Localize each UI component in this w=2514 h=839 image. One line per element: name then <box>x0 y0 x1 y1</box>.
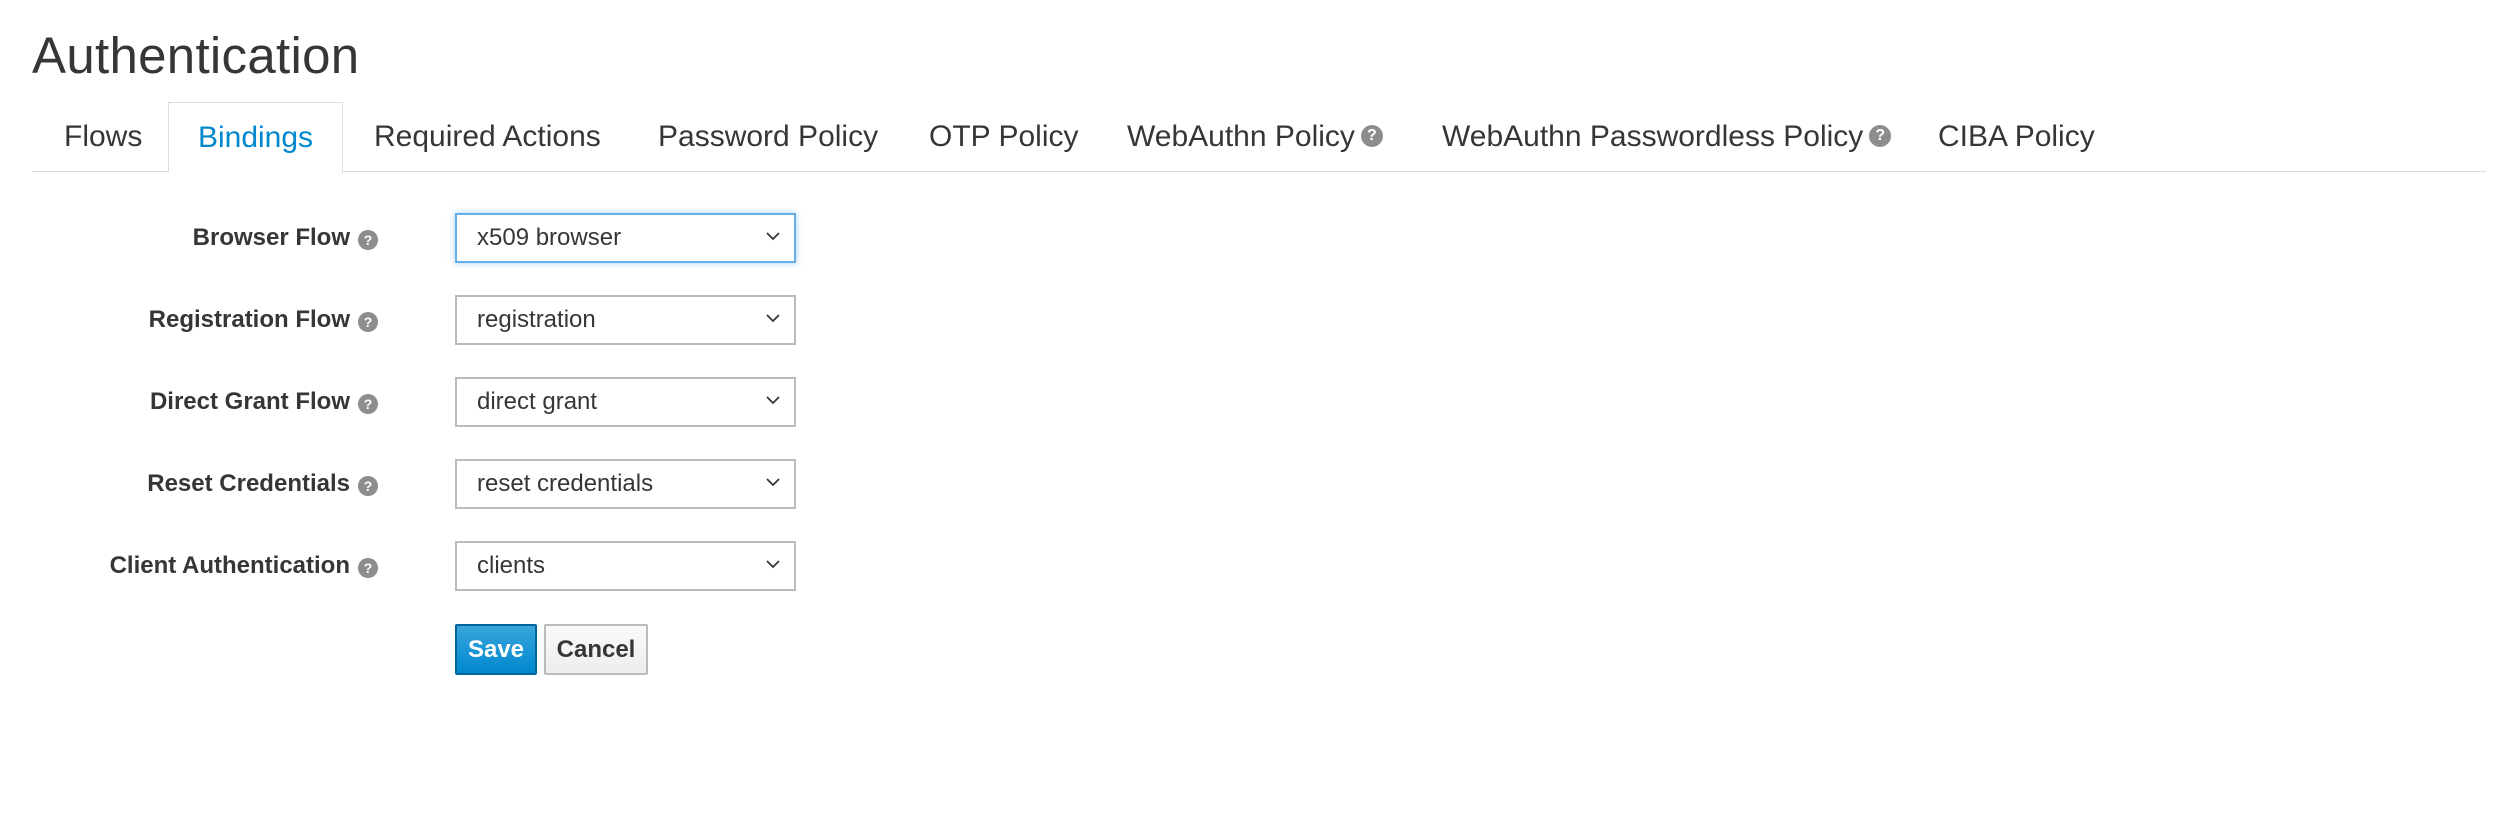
question-circle-icon[interactable]: ? <box>358 393 378 414</box>
tab-webauthn-passwordless-policy[interactable]: WebAuthn Passwordless Policy? <box>1442 102 1892 172</box>
page-title: Authentication <box>32 27 360 84</box>
form-row-browser-flow: Browser Flow? x509 browser <box>0 213 800 263</box>
registration-flow-select[interactable]: registration <box>455 295 796 345</box>
form-row-registration-flow: Registration Flow? registration <box>0 295 800 345</box>
field-label: Registration Flow <box>148 306 350 333</box>
tab-label: WebAuthn Policy <box>1127 120 1355 153</box>
field-label-cell: Browser Flow? <box>0 213 378 263</box>
tab-flows[interactable]: Flows <box>64 102 142 172</box>
field-label-cell: Registration Flow? <box>0 295 378 345</box>
field-label: Direct Grant Flow <box>149 388 350 415</box>
client-authentication-select[interactable]: clients <box>455 541 796 591</box>
select-value: x509 browser <box>477 224 622 251</box>
tab-otp-policy[interactable]: OTP Policy <box>929 102 1079 172</box>
tab-label: Bindings <box>197 121 314 154</box>
save-button[interactable]: Save <box>455 624 537 675</box>
question-circle-icon[interactable]: ? <box>358 475 378 496</box>
form-row-client-authentication: Client Authentication? clients <box>0 541 800 591</box>
question-circle-icon[interactable]: ? <box>358 557 378 578</box>
tab-label: OTP Policy <box>929 120 1079 153</box>
question-circle-icon[interactable]: ? <box>358 311 378 332</box>
form-row-reset-credentials: Reset Credentials? reset credentials <box>0 459 800 509</box>
chevron-down-icon <box>766 396 780 405</box>
select-value: reset credentials <box>477 470 654 497</box>
question-circle-icon[interactable]: ? <box>358 229 378 250</box>
tab-label: Password Policy <box>658 120 879 153</box>
question-circle-icon[interactable]: ? <box>1360 125 1383 148</box>
reset-credentials-select[interactable]: reset credentials <box>455 459 796 509</box>
question-circle-icon[interactable]: ? <box>1869 125 1892 148</box>
chevron-down-icon <box>766 478 780 487</box>
tab-password-policy[interactable]: Password Policy <box>658 102 878 172</box>
tab-webauthn-policy[interactable]: WebAuthn Policy? <box>1127 102 1383 172</box>
select-value: clients <box>477 552 546 579</box>
field-label: Reset Credentials <box>147 470 350 497</box>
tab-label: WebAuthn Passwordless Policy <box>1442 120 1864 153</box>
tab-label: CIBA Policy <box>1938 120 2095 153</box>
field-label: Browser Flow <box>192 224 350 251</box>
chevron-down-icon <box>766 314 780 323</box>
field-label: Client Authentication <box>109 552 350 579</box>
chevron-down-icon <box>766 232 780 241</box>
tab-bindings[interactable]: Bindings <box>168 102 343 173</box>
chevron-down-icon <box>766 560 780 569</box>
direct-grant-flow-select[interactable]: direct grant <box>455 377 796 427</box>
field-label-cell: Direct Grant Flow? <box>0 377 378 427</box>
select-value: registration <box>477 306 596 333</box>
browser-flow-select[interactable]: x509 browser <box>455 213 796 263</box>
cancel-button[interactable]: Cancel <box>544 624 648 675</box>
form-row-direct-grant-flow: Direct Grant Flow? direct grant <box>0 377 800 427</box>
tab-required-actions[interactable]: Required Actions <box>374 102 601 172</box>
field-label-cell: Client Authentication? <box>0 541 378 591</box>
select-value: direct grant <box>477 388 598 415</box>
tab-bar: Flows Bindings Required Actions Password… <box>32 102 2486 173</box>
field-label-cell: Reset Credentials? <box>0 459 378 509</box>
tab-label: Flows <box>64 120 143 153</box>
tab-ciba-policy[interactable]: CIBA Policy <box>1938 102 2095 172</box>
tab-label: Required Actions <box>374 120 601 153</box>
